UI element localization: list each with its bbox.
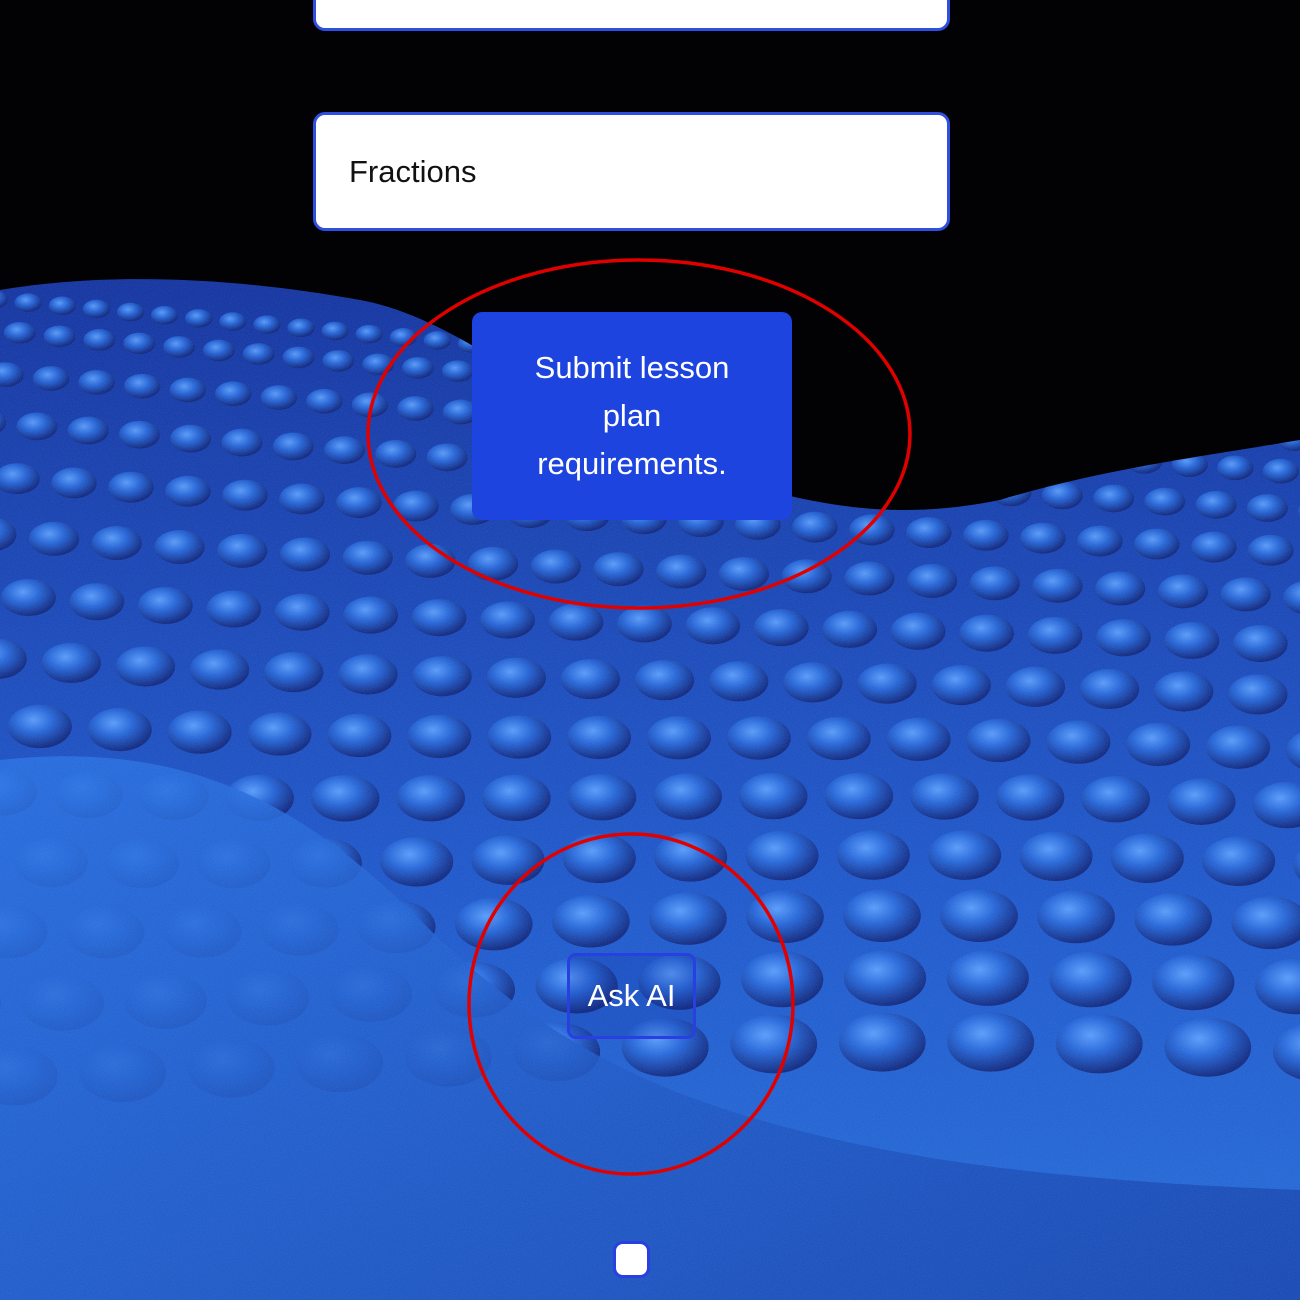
top-text-field[interactable] [313, 0, 950, 31]
submit-lesson-plan-label: Submit lesson plan requirements. [534, 350, 730, 481]
topic-input-value: Fractions [349, 153, 477, 189]
topic-input[interactable]: Fractions [313, 112, 950, 231]
submit-lesson-plan-button[interactable]: Submit lesson plan requirements. [472, 312, 792, 520]
page: Fractions Submit lesson plan requirement… [0, 0, 1300, 1300]
ask-ai-label: Ask AI [587, 978, 676, 1013]
ask-ai-button[interactable]: Ask AI [567, 953, 696, 1039]
square-icon[interactable] [613, 1241, 650, 1278]
